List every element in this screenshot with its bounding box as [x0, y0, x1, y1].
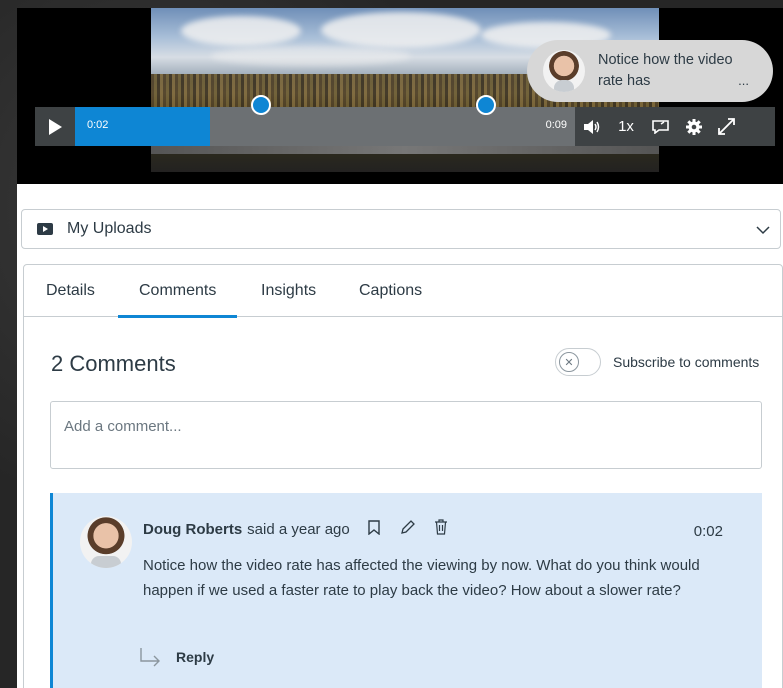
- bookmark-icon: [368, 519, 380, 535]
- chevron-down-icon: [756, 226, 770, 235]
- tab-bar: Details Comments Insights Captions: [24, 265, 782, 318]
- subscribe-toggle[interactable]: ✕: [555, 348, 601, 376]
- volume-button[interactable]: [575, 107, 608, 146]
- delete-button[interactable]: [434, 519, 448, 539]
- comment-item: Doug Roberts said a year ago 0:02 Notice…: [50, 493, 762, 688]
- tab-comments[interactable]: Comments: [117, 265, 238, 318]
- uploads-label: My Uploads: [67, 220, 152, 237]
- subscribe-control: ✕ Subscribe to comments: [555, 348, 759, 376]
- play-button[interactable]: [35, 107, 75, 146]
- edit-button[interactable]: [400, 519, 416, 539]
- caption-icon: [652, 120, 669, 134]
- control-bar: 0:02 0:09 1x: [35, 95, 775, 146]
- comment-input[interactable]: Add a comment...: [50, 401, 762, 469]
- reply-button[interactable]: Reply: [138, 647, 214, 667]
- reply-arrow-icon: [140, 648, 160, 667]
- comment-body: Notice how the video rate has affected t…: [143, 557, 700, 599]
- details-card: Details Comments Insights Captions 2 Com…: [23, 264, 783, 688]
- comment-marker[interactable]: [476, 95, 496, 115]
- media-panel: Notice how the video rate has ... 0:02 0…: [17, 8, 783, 688]
- comments-count-title: 2 Comments: [51, 351, 176, 376]
- volume-icon: [583, 119, 599, 134]
- tab-insights[interactable]: Insights: [261, 265, 316, 317]
- video-icon: [37, 223, 53, 235]
- video-player[interactable]: Notice how the video rate has ... 0:02 0…: [17, 8, 783, 184]
- bubble-more[interactable]: ...: [738, 73, 749, 88]
- bookmark-button[interactable]: [368, 519, 380, 539]
- settings-icon: [685, 118, 702, 135]
- avatar: [80, 516, 132, 568]
- comment-marker[interactable]: [251, 95, 271, 115]
- comment-header: Doug Roberts said a year ago: [143, 519, 448, 539]
- fullscreen-button[interactable]: [710, 107, 743, 146]
- comment-bubble[interactable]: Notice how the video rate has ...: [527, 40, 773, 102]
- bubble-text: Notice how the video rate has: [598, 52, 733, 89]
- fullscreen-icon: [718, 118, 735, 135]
- progress-bar[interactable]: 0:02 0:09: [75, 95, 575, 146]
- tab-captions[interactable]: Captions: [359, 265, 422, 317]
- close-icon: ✕: [559, 352, 579, 372]
- subscribe-label: Subscribe to comments: [613, 354, 760, 370]
- trash-icon: [434, 519, 447, 535]
- avatar: [543, 50, 585, 92]
- captions-button[interactable]: [644, 107, 677, 146]
- comment-date: said a year ago: [247, 520, 350, 538]
- tab-details[interactable]: Details: [46, 265, 95, 317]
- play-icon: [49, 118, 62, 135]
- end-time: 0:09: [545, 119, 567, 131]
- current-time: 0:02: [87, 119, 109, 131]
- reply-label: Reply: [176, 649, 215, 665]
- settings-button[interactable]: [677, 107, 710, 146]
- speed-button[interactable]: 1x: [608, 107, 644, 146]
- comment-author: Doug Roberts: [143, 520, 243, 538]
- comment-timestamp-link[interactable]: 0:02: [694, 523, 723, 540]
- pencil-icon: [400, 520, 415, 534]
- uploads-selector[interactable]: My Uploads: [21, 209, 781, 249]
